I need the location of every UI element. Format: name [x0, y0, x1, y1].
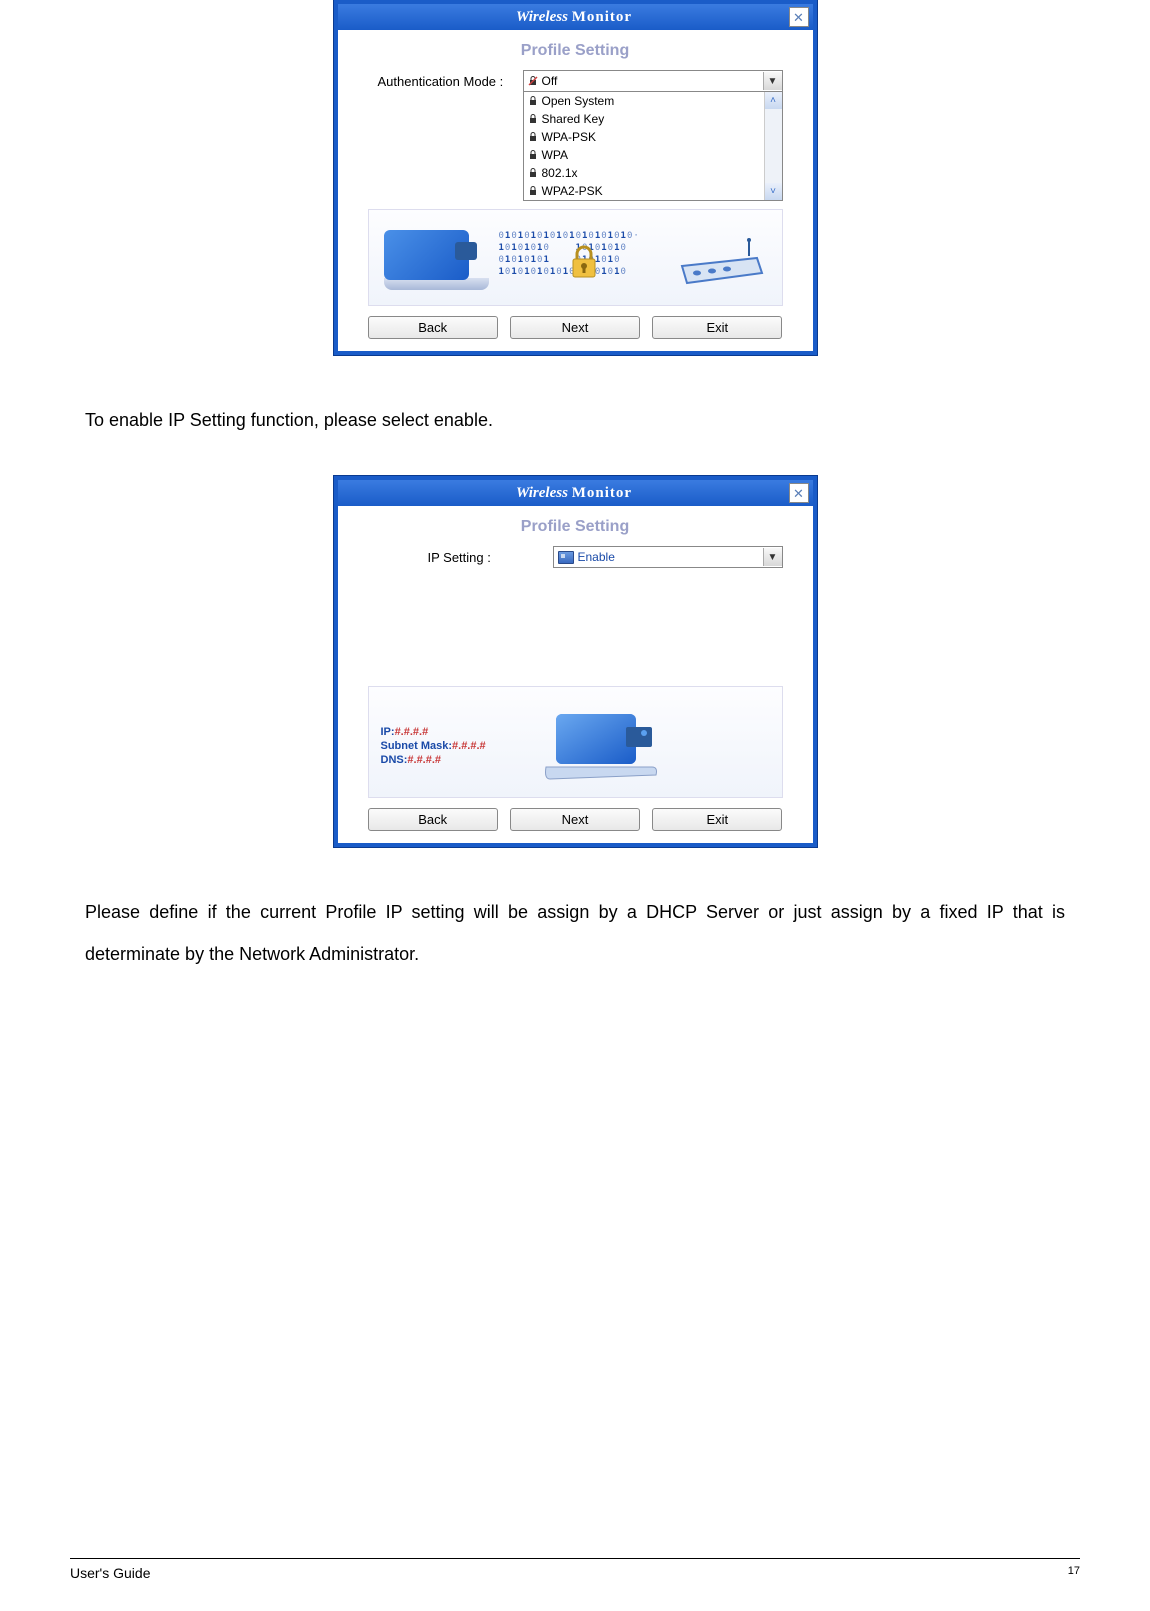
auth-mode-listbox[interactable]: Open System Shared Key WPA-PSK WPA 802.1… — [523, 92, 783, 201]
next-button[interactable]: Next — [510, 808, 640, 831]
next-button[interactable]: Next — [510, 316, 640, 339]
list-item[interactable]: Shared Key — [524, 110, 782, 128]
list-item[interactable]: WPA — [524, 146, 782, 164]
titlebar: Wireless Monitor ✕ — [338, 480, 813, 506]
footer-left: User's Guide — [70, 1565, 150, 1581]
dropdown-arrow-icon[interactable]: ▼ — [763, 72, 782, 90]
exit-button[interactable]: Exit — [652, 808, 782, 831]
titlebar: Wireless Monitor ✕ — [338, 4, 813, 30]
section-title: Profile Setting — [338, 42, 813, 60]
list-item[interactable]: WPA-PSK — [524, 128, 782, 146]
router-icon — [677, 238, 767, 288]
padlock-icon — [569, 245, 599, 280]
illustration-ip: IP:#.#.#.# Subnet Mask:#.#.#.# DNS:#.#.#… — [368, 686, 783, 798]
page-footer: User's Guide 17 — [70, 1558, 1080, 1581]
lock-off-icon — [528, 76, 538, 86]
auth-mode-select[interactable]: Off ▼ — [523, 70, 783, 92]
scroll-up-icon[interactable]: ˄ — [764, 92, 782, 109]
list-item[interactable]: Open System — [524, 92, 782, 110]
lock-icon — [528, 132, 538, 142]
ip-setting-value: Enable — [578, 550, 615, 564]
paragraph: To enable IP Setting function, please se… — [85, 400, 1065, 441]
paragraph: Please define if the current Profile IP … — [85, 892, 1065, 975]
list-item[interactable]: 802.1x — [524, 164, 782, 182]
scroll-track[interactable] — [764, 109, 782, 183]
page-number: 17 — [1068, 1565, 1080, 1581]
back-button[interactable]: Back — [368, 808, 498, 831]
ip-setting-select[interactable]: Enable ▼ — [553, 546, 783, 568]
laptop-icon — [384, 230, 494, 295]
scroll-down-icon[interactable]: ˅ — [764, 183, 782, 200]
nic-icon — [558, 551, 574, 564]
back-button[interactable]: Back — [368, 316, 498, 339]
laptop-icon — [544, 709, 664, 784]
lock-icon — [528, 96, 538, 106]
lock-icon — [528, 168, 538, 178]
ip-info-block: IP:#.#.#.# Subnet Mask:#.#.#.# DNS:#.#.#… — [381, 725, 486, 767]
close-icon[interactable]: ✕ — [789, 7, 809, 27]
close-icon[interactable]: ✕ — [789, 483, 809, 503]
illustration-encryption: 010101010101010101010· 10101010 10101010… — [368, 209, 783, 306]
lock-icon — [528, 150, 538, 160]
ip-setting-label: IP Setting : — [378, 550, 553, 565]
lock-icon — [528, 186, 538, 196]
app-title: Wireless Monitor — [360, 9, 789, 26]
exit-button[interactable]: Exit — [652, 316, 782, 339]
section-title: Profile Setting — [338, 518, 813, 536]
wireless-monitor-dialog-ip: Wireless Monitor ✕ Profile Setting IP Se… — [334, 476, 817, 847]
wireless-monitor-dialog-auth: Wireless Monitor ✕ Profile Setting Authe… — [334, 0, 817, 355]
app-title: Wireless Monitor — [360, 485, 789, 502]
auth-mode-value: Off — [542, 74, 558, 88]
dropdown-arrow-icon[interactable]: ▼ — [763, 548, 782, 566]
lock-icon — [528, 114, 538, 124]
auth-mode-label: Authentication Mode : — [378, 74, 523, 89]
list-item[interactable]: WPA2-PSK — [524, 182, 782, 200]
